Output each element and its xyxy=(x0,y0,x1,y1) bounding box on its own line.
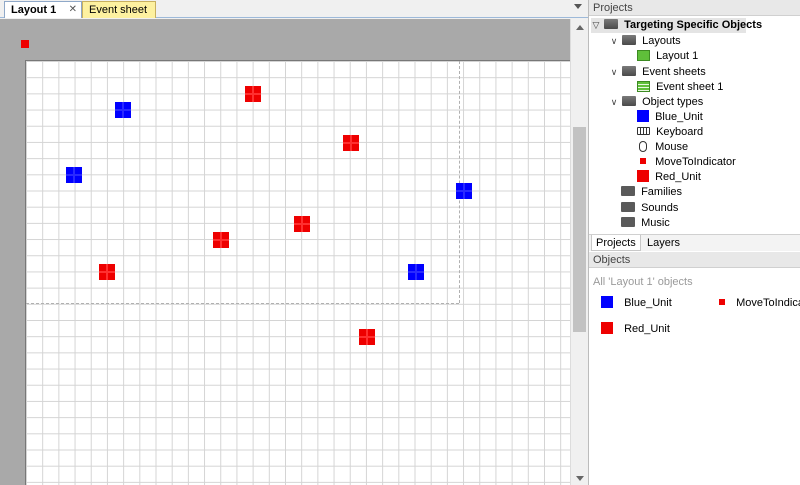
layout-editor: Layout 1 ✕ Event sheet 1 xyxy=(0,0,588,485)
objects-filter-input[interactable]: All 'Layout 1' objects xyxy=(593,276,693,288)
families-folder-label: Families xyxy=(641,186,683,198)
tree-item-sounds[interactable]: Sounds xyxy=(621,201,678,216)
layout-viewport[interactable] xyxy=(0,19,570,485)
object-blue-unit[interactable]: Blue_Unit xyxy=(601,296,672,309)
object-type-label: MoveToIndicator xyxy=(655,156,736,168)
blue-unit-icon xyxy=(601,296,613,309)
folder-open-icon xyxy=(622,35,637,46)
red-unit-instance[interactable] xyxy=(99,264,115,280)
collapse-icon[interactable]: ∨ xyxy=(609,34,619,49)
blue-unit-instance[interactable] xyxy=(408,264,424,280)
music-folder-label: Music xyxy=(641,217,670,229)
project-tree: ▽ Targeting Specific Objects ∨ Layouts L… xyxy=(589,16,800,234)
folder-open-icon xyxy=(622,96,637,107)
object-type-label: Keyboard xyxy=(656,126,704,138)
collapse-icon[interactable]: ▽ xyxy=(591,18,601,33)
side-panels: Projects ▽ Targeting Specific Objects ∨ … xyxy=(588,0,800,485)
sounds-folder-label: Sounds xyxy=(641,202,679,214)
window-bounds-horizontal xyxy=(26,303,459,304)
event-sheet-item-label: Event sheet 1 xyxy=(656,81,724,93)
folder-icon xyxy=(621,217,635,228)
tree-item-mouse[interactable]: Mouse xyxy=(637,140,688,155)
layout-item-label: Layout 1 xyxy=(656,50,699,62)
object-type-label: Mouse xyxy=(655,141,689,153)
mouse-icon xyxy=(639,140,647,152)
layout-icon xyxy=(637,49,650,61)
project-root-label: Targeting Specific Objects xyxy=(624,19,763,31)
red-unit-instance[interactable] xyxy=(294,216,310,232)
red-unit-instance[interactable] xyxy=(343,135,359,151)
tree-item-event-sheet-1[interactable]: Event sheet 1 xyxy=(637,80,723,95)
object-label: Red_Unit xyxy=(624,323,670,335)
layouts-folder-label: Layouts xyxy=(642,35,681,47)
projects-panel-header: Projects xyxy=(589,0,800,16)
object-type-label: Red_Unit xyxy=(655,171,701,183)
folder-open-icon xyxy=(622,66,637,77)
close-icon[interactable]: ✕ xyxy=(69,2,77,18)
red-unit-icon xyxy=(637,170,649,183)
vertical-scrollbar[interactable] xyxy=(570,19,588,485)
tree-item-object-types[interactable]: ∨ Object types xyxy=(609,95,704,110)
document-tab-bar: Layout 1 ✕ Event sheet 1 xyxy=(0,0,588,32)
keyboard-icon xyxy=(637,127,650,136)
scroll-thumb[interactable] xyxy=(573,127,586,332)
window-bounds-vertical xyxy=(459,61,460,303)
layout-canvas[interactable] xyxy=(25,60,570,485)
red-unit-instance[interactable] xyxy=(245,86,261,102)
event-sheets-folder-label: Event sheets xyxy=(642,66,706,78)
blue-unit-instance[interactable] xyxy=(115,102,131,118)
red-unit-instance[interactable] xyxy=(213,232,229,248)
tree-item-layout-1[interactable]: Layout 1 xyxy=(637,49,698,64)
projects-panel-tabs: Projects Layers xyxy=(589,234,800,251)
objects-panel-header: Objects xyxy=(589,252,800,268)
blue-unit-instance[interactable] xyxy=(456,183,472,199)
move-to-indicator-icon xyxy=(719,299,725,306)
folder-icon xyxy=(621,186,635,197)
tree-item-music[interactable]: Music xyxy=(621,216,670,231)
tree-item-project-root[interactable]: ▽ Targeting Specific Objects xyxy=(591,18,762,33)
tree-item-families[interactable]: Families xyxy=(621,185,682,200)
folder-open-icon xyxy=(604,19,619,30)
object-label: Blue_Unit xyxy=(624,297,672,309)
object-types-folder-label: Object types xyxy=(642,96,704,108)
tab-event-sheet-1[interactable]: Event sheet 1 xyxy=(82,1,156,32)
move-to-indicator-instance[interactable] xyxy=(21,40,29,48)
tab-projects[interactable]: Projects xyxy=(591,235,641,251)
tree-item-move-to-indicator[interactable]: MoveToIndicator xyxy=(637,155,736,170)
object-move-to-indicator[interactable]: MoveToIndicator xyxy=(716,297,800,309)
folder-icon xyxy=(621,202,635,213)
tab-layout-1[interactable]: Layout 1 ✕ xyxy=(4,1,82,18)
object-label: MoveToIndicator xyxy=(736,297,800,309)
red-unit-instance[interactable] xyxy=(359,329,375,345)
tab-layers[interactable]: Layers xyxy=(643,235,684,251)
tree-item-layouts[interactable]: ∨ Layouts xyxy=(609,34,681,49)
tab-layout-1-label: Layout 1 xyxy=(11,4,57,16)
event-sheet-icon xyxy=(637,80,650,92)
tree-item-blue-unit[interactable]: Blue_Unit xyxy=(637,110,703,125)
collapse-icon[interactable]: ∨ xyxy=(609,65,619,80)
red-unit-icon xyxy=(601,322,613,335)
move-to-indicator-icon xyxy=(640,158,646,165)
object-red-unit[interactable]: Red_Unit xyxy=(601,322,670,335)
tree-item-keyboard[interactable]: Keyboard xyxy=(637,125,703,140)
object-type-label: Blue_Unit xyxy=(655,111,703,123)
tree-item-red-unit[interactable]: Red_Unit xyxy=(637,170,701,185)
blue-unit-icon xyxy=(637,110,649,123)
tree-item-event-sheets[interactable]: ∨ Event sheets xyxy=(609,65,706,80)
blue-unit-instance[interactable] xyxy=(66,167,82,183)
chevron-down-icon[interactable] xyxy=(574,4,582,9)
collapse-icon[interactable]: ∨ xyxy=(609,95,619,110)
scroll-up-icon[interactable] xyxy=(576,25,584,30)
scroll-down-icon[interactable] xyxy=(576,476,584,481)
